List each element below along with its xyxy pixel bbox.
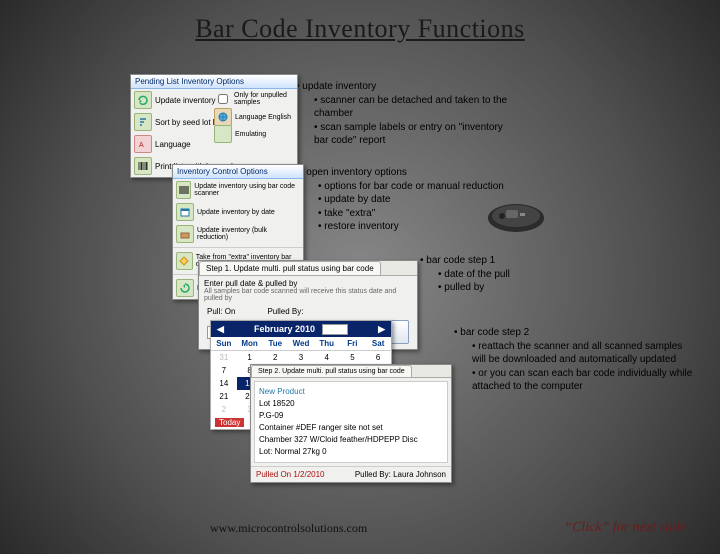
p1-r4: Language English: [235, 114, 291, 121]
cal-day-header: Sat: [365, 337, 391, 351]
cal-cell[interactable]: 2: [211, 403, 237, 416]
p4-l5: Lot: Normal 27kg 0: [259, 446, 443, 458]
cal-day-header: Tue: [262, 337, 288, 351]
p4-l3: Container #DEF ranger site not set: [259, 422, 443, 434]
b4-head: • bar code step 2: [454, 326, 698, 340]
cal-day-header: Mon: [237, 337, 263, 351]
tab-step2-active[interactable]: Step 2. Update multi. pull status using …: [251, 365, 412, 377]
panel1-title: Pending List Inventory Options: [131, 75, 297, 89]
p2-r2: Update inventory by date: [197, 209, 275, 216]
p4-fr: Pulled By: Laura Johnson: [355, 470, 446, 479]
b2-s1: • options for bar code or manual reducti…: [318, 180, 540, 194]
lang-icon: A: [134, 135, 152, 153]
p1-r6: Emulating: [235, 131, 266, 138]
b3-s1: • date of the pull: [438, 268, 600, 282]
unpulled-checkbox[interactable]: [218, 94, 228, 104]
cal-cell[interactable]: 5: [340, 351, 366, 364]
sort-icon: [134, 113, 152, 131]
scan-icon: [176, 181, 191, 199]
barcode-scanner-image: [486, 200, 546, 236]
barcode-icon: [134, 157, 152, 175]
cal-cell[interactable]: 3: [288, 351, 314, 364]
cal-day-header: Fri: [340, 337, 366, 351]
cal-cell[interactable]: 1: [237, 351, 263, 364]
p3-l2: All samples bar code scanned will receiv…: [204, 288, 412, 302]
scan-detail: New Product Lot 18520 P.G-09 Container #…: [254, 381, 448, 463]
p1-r2: Only for unpulled samples: [234, 92, 292, 106]
p4-fl: Pulled On 1/2/2010: [256, 470, 325, 479]
cal-time[interactable]: 03:10: [322, 324, 348, 335]
cal-today[interactable]: Today: [215, 418, 244, 427]
bullet-group-3: • bar code step 1 • date of the pull • p…: [420, 254, 600, 295]
p3-l1: Enter pull date & pulled by: [204, 279, 412, 288]
b3-head: • bar code step 1: [420, 254, 600, 268]
p4-l2: P.G-09: [259, 410, 443, 422]
tab-step1[interactable]: Step 1. Update multi. pull status using …: [199, 261, 381, 275]
cal-cell[interactable]: 7: [211, 364, 237, 377]
p4-l4: Chamber 327 W/Cloid feather/HDPEPP Disc: [259, 434, 443, 446]
b4-s1: • reattach the scanner and all scanned s…: [472, 340, 698, 367]
svg-text:A: A: [139, 142, 144, 149]
extra-icon: [176, 252, 193, 270]
panel-step2: Step 2. Update multi. pull status using …: [250, 364, 452, 483]
p4-l1: Lot 18520: [259, 398, 443, 410]
b1-s2: • scan sample labels or entry on "invent…: [314, 121, 516, 148]
panel2-title: Inventory Control Options: [173, 165, 303, 179]
calendar-header: ◀ February 2010 03:10 ▶: [211, 321, 391, 337]
bullet-group-1: • update inventory • scanner can be deta…: [296, 80, 516, 148]
cal-cell[interactable]: 6: [365, 351, 391, 364]
cal-cell[interactable]: 4: [314, 351, 340, 364]
p2-r3: Update inventory (bulk reduction): [197, 227, 300, 241]
bullet-group-4: • bar code step 2 • reattach the scanner…: [454, 326, 698, 394]
restore-icon: [176, 279, 194, 297]
p3-l3: Pull: On: [207, 307, 235, 316]
p3-l4: Pulled By:: [267, 307, 303, 316]
cal-cell[interactable]: 31: [211, 351, 237, 364]
tab-row: Step 1. Update multi. pull status using …: [199, 261, 417, 276]
emulate-icon: [214, 125, 232, 143]
date-icon: [176, 203, 194, 221]
footer-url: www.microcontrolsolutions.com: [210, 521, 367, 536]
slide-title: Bar Code Inventory Functions: [0, 14, 720, 44]
p4-l0: New Product: [259, 386, 443, 398]
update-icon: [134, 91, 152, 109]
cal-cell[interactable]: 14: [211, 377, 237, 390]
prev-month-icon[interactable]: ◀: [217, 324, 224, 335]
cal-cell[interactable]: 21: [211, 390, 237, 403]
b2-head: • open inventory options: [300, 166, 540, 180]
next-month-icon[interactable]: ▶: [378, 324, 385, 335]
calendar-day-headers: SunMonTueWedThuFriSat: [211, 337, 391, 351]
cal-day-header: Wed: [288, 337, 314, 351]
b3-s2: • pulled by: [438, 281, 600, 295]
cal-day-header: Thu: [314, 337, 340, 351]
cal-month: February 2010: [254, 324, 315, 334]
b1-head: • update inventory: [296, 80, 516, 94]
cal-cell[interactable]: 2: [262, 351, 288, 364]
next-slide-hint[interactable]: “Click” for next slide: [564, 520, 686, 536]
p2-r1: Update inventory using bar code scanner: [194, 183, 300, 197]
b4-s2: • or you can scan each bar code individu…: [472, 367, 698, 394]
panel-pending-options: Pending List Inventory Options Update in…: [130, 74, 298, 178]
p1-r5: Language: [155, 140, 191, 149]
b1-s1: • scanner can be detached and taken to t…: [314, 94, 516, 121]
bulk-icon: [176, 225, 194, 243]
cal-day-header: Sun: [211, 337, 237, 351]
